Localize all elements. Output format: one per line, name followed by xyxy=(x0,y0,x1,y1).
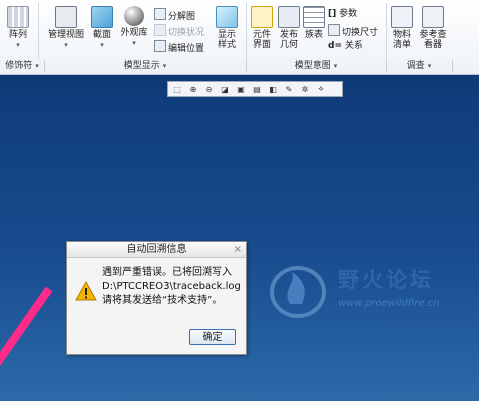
relations-label: 关系 xyxy=(344,41,363,51)
group-model-intent[interactable]: 模型意图 ▾ xyxy=(246,60,387,72)
display-style-icon[interactable]: ▣ xyxy=(234,83,248,95)
model-edge xyxy=(0,286,53,382)
dialog-message-path: D:\PTCCREO3\traceback.log xyxy=(102,281,241,292)
edit-position-icon xyxy=(154,40,166,52)
edit-position-label: 编辑位置 xyxy=(168,44,205,54)
arrange-label: 阵列 xyxy=(8,30,27,40)
reference-viewer-label: 参考查 看器 xyxy=(419,30,447,50)
display-style-label: 显示 样式 xyxy=(217,30,236,50)
bom-label: 物料 清单 xyxy=(392,30,411,50)
display-style-button[interactable]: 显示 样式 xyxy=(212,6,242,50)
zoom-out-icon[interactable]: ⊖ xyxy=(202,83,216,95)
chevron-down-icon: ▾ xyxy=(35,62,39,70)
spin-center-icon[interactable]: ✲ xyxy=(298,83,312,95)
explode-view-button[interactable]: 分解图 xyxy=(154,8,196,22)
reference-viewer-icon xyxy=(422,6,444,28)
separator xyxy=(38,3,39,59)
toggle-state-button[interactable]: 切换状况 xyxy=(154,24,205,38)
explode-label: 分解图 xyxy=(168,12,196,22)
chevron-down-icon: ▾ xyxy=(16,41,20,49)
separator xyxy=(386,3,387,59)
dialog-title: 自动回溯信息 xyxy=(126,244,187,255)
publish-geometry-icon xyxy=(278,6,300,28)
arrange-button[interactable]: 阵列 ▾ xyxy=(4,6,32,50)
watermark-title: 野火论坛 xyxy=(338,268,434,292)
reference-viewer-button[interactable]: 参考查 看器 xyxy=(416,6,450,50)
manage-view-label: 管理视图 xyxy=(47,30,84,40)
traceback-dialog: 自动回溯信息 × 遇到严重错误。已将回溯写入 D:\PTCCREO3\trace… xyxy=(66,241,247,355)
group-model-display-label: 模型显示 xyxy=(123,61,160,71)
group-modifier[interactable]: 修饰符 ▾ xyxy=(0,60,45,72)
family-table-button[interactable]: 族表 xyxy=(302,6,326,40)
chevron-down-icon: ▾ xyxy=(132,39,136,47)
chevron-down-icon: ▾ xyxy=(333,62,338,70)
appearance-label: 外观库 xyxy=(120,28,148,38)
parameters-button[interactable]: [] 参数 xyxy=(328,8,357,20)
switch-dimensions-label: 切换尺寸 xyxy=(342,28,379,38)
switch-dimensions-button[interactable]: 切换尺寸 xyxy=(328,24,379,38)
ribbon: 阵列 ▾ 管理视图 ▾ 截面 ▾ 外观库 ▾ 分解图 切换状况 编辑位置 显示 … xyxy=(0,0,479,75)
interface-icon xyxy=(251,6,273,28)
ok-button[interactable]: 确定 xyxy=(189,329,236,345)
warning-icon xyxy=(75,281,97,301)
manage-view-button[interactable]: 管理视图 ▾ xyxy=(44,6,88,50)
saved-view-icon[interactable]: ▤ xyxy=(250,83,264,95)
datum-display-icon[interactable]: ⟡ xyxy=(314,83,328,95)
family-table-label: 族表 xyxy=(304,30,323,40)
parameters-icon: [] xyxy=(328,9,337,19)
watermark-url: www.proewildfire.cn xyxy=(338,298,440,309)
group-investigate[interactable]: 调查 ▾ xyxy=(386,60,453,72)
explode-icon xyxy=(154,8,166,20)
chevron-down-icon: ▾ xyxy=(64,41,68,49)
publish-geometry-button[interactable]: 发布 几何 xyxy=(276,6,302,50)
section-view-icon[interactable]: ◧ xyxy=(266,83,280,95)
close-icon[interactable]: × xyxy=(234,242,242,257)
element-interface-button[interactable]: 元件 界面 xyxy=(248,6,276,50)
appearance-sphere-icon xyxy=(124,6,144,26)
watermark: 野火论坛 www.proewildfire.cn xyxy=(268,260,474,324)
table-icon xyxy=(303,6,325,28)
chevron-down-icon: ▾ xyxy=(162,62,167,70)
chevron-down-icon: ▾ xyxy=(427,62,432,70)
relations-button[interactable]: d= 关系 xyxy=(328,40,363,52)
pattern-icon xyxy=(7,6,29,28)
flame-logo-icon xyxy=(270,266,326,318)
manage-view-icon xyxy=(55,6,77,28)
dialog-message-line: 遇到严重错误。已将回溯写入 xyxy=(102,267,232,278)
toggle-state-icon xyxy=(154,24,166,36)
element-interface-label: 元件 界面 xyxy=(252,30,271,50)
zoom-in-icon[interactable]: ⊕ xyxy=(186,83,200,95)
graphics-window[interactable]: ⬚ ⊕ ⊖ ◪ ▣ ▤ ◧ ✎ ✲ ⟡ 自动回溯信息 × 遇到严重错误。已将回溯… xyxy=(0,75,479,401)
repaint-icon[interactable]: ◪ xyxy=(218,83,232,95)
chevron-down-icon: ▾ xyxy=(100,41,104,49)
annotation-icon[interactable]: ✎ xyxy=(282,83,296,95)
group-modifier-label: 修饰符 xyxy=(5,61,33,71)
dialog-message-line: 请将其发送给“技术支持”。 xyxy=(102,295,223,306)
section-button[interactable]: 截面 ▾ xyxy=(90,6,114,50)
section-label: 截面 xyxy=(92,30,111,40)
display-style-icon xyxy=(216,6,238,28)
group-investigate-label: 调查 xyxy=(406,61,425,71)
bom-icon xyxy=(391,6,413,28)
in-graphics-toolbar: ⬚ ⊕ ⊖ ◪ ▣ ▤ ◧ ✎ ✲ ⟡ xyxy=(167,81,343,97)
edit-position-button[interactable]: 编辑位置 xyxy=(154,40,205,54)
bom-button[interactable]: 物料 清单 xyxy=(388,6,416,50)
section-icon xyxy=(91,6,113,28)
separator xyxy=(246,3,247,59)
group-model-display[interactable]: 模型显示 ▾ xyxy=(44,60,247,72)
group-model-intent-label: 模型意图 xyxy=(294,61,331,71)
publish-geometry-label: 发布 几何 xyxy=(279,30,298,50)
switch-dimensions-icon xyxy=(328,24,340,36)
refit-icon[interactable]: ⬚ xyxy=(170,83,184,95)
parameters-label: 参数 xyxy=(339,9,358,19)
relations-icon: d= xyxy=(328,41,342,51)
toggle-state-label: 切换状况 xyxy=(168,28,205,38)
appearance-gallery-button[interactable]: 外观库 ▾ xyxy=(116,6,152,48)
dialog-titlebar: 自动回溯信息 × xyxy=(67,242,246,258)
